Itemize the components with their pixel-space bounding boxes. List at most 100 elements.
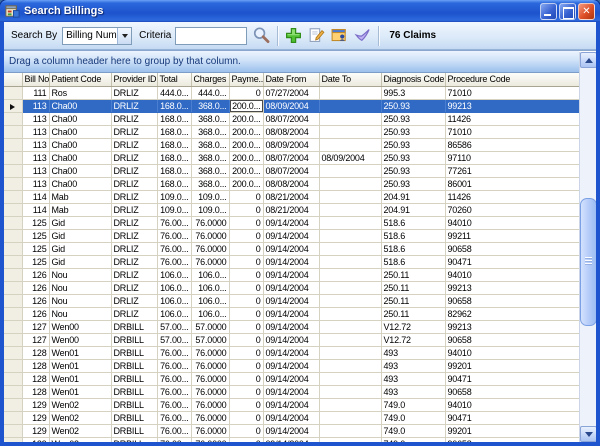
cell[interactable]: 90658 xyxy=(445,294,579,307)
cell[interactable]: 08/07/2004 xyxy=(263,112,319,125)
table-row[interactable]: 125GidDRLIZ76.00...76.0000009/14/2004518… xyxy=(4,229,579,242)
cell[interactable]: Wen02 xyxy=(49,411,111,424)
scrollbar-thumb[interactable] xyxy=(580,198,596,326)
cell[interactable]: DRLIZ xyxy=(111,255,157,268)
search-by-select[interactable]: Billing Number xyxy=(62,27,132,45)
cell[interactable] xyxy=(319,203,381,216)
cell[interactable]: DRBILL xyxy=(111,333,157,346)
row-indicator[interactable] xyxy=(4,359,22,372)
cell[interactable]: 128 xyxy=(22,372,49,385)
cell[interactable]: Nou xyxy=(49,294,111,307)
cell[interactable]: 200.0... xyxy=(229,177,263,190)
cell[interactable]: Nou xyxy=(49,281,111,294)
cell[interactable] xyxy=(319,177,381,190)
criteria-input[interactable] xyxy=(175,27,247,45)
table-row[interactable]: 113Cha00DRLIZ168.0...368.0...200.0...08/… xyxy=(4,112,579,125)
cell[interactable]: DRLIZ xyxy=(111,242,157,255)
cell[interactable]: 493 xyxy=(381,385,445,398)
table-row[interactable]: 126NouDRLIZ106.0...106.0...009/14/200425… xyxy=(4,307,579,320)
row-indicator[interactable] xyxy=(4,177,22,190)
cell[interactable]: 518.6 xyxy=(381,229,445,242)
cell[interactable]: 90471 xyxy=(445,372,579,385)
cell[interactable]: 76.00... xyxy=(157,255,191,268)
cell[interactable]: 90658 xyxy=(445,385,579,398)
cell[interactable]: 99213 xyxy=(445,320,579,333)
cell[interactable]: 125 xyxy=(22,216,49,229)
row-indicator[interactable] xyxy=(4,112,22,125)
cell[interactable]: 76.0000 xyxy=(191,398,229,411)
cell[interactable]: 76.00... xyxy=(157,424,191,437)
cell[interactable]: Nou xyxy=(49,307,111,320)
cell[interactable]: 76.00... xyxy=(157,372,191,385)
table-row[interactable]: 128Wen01DRBILL76.00...76.0000009/14/2004… xyxy=(4,359,579,372)
cell[interactable]: DRBILL xyxy=(111,424,157,437)
cell[interactable]: 76.0000 xyxy=(191,346,229,359)
cell[interactable]: 76.0000 xyxy=(191,411,229,424)
cell[interactable]: 129 xyxy=(22,437,49,442)
cell[interactable]: Wen00 xyxy=(49,320,111,333)
cell[interactable]: 11426 xyxy=(445,190,579,203)
cell[interactable]: 109.0... xyxy=(191,203,229,216)
cell[interactable]: 0 xyxy=(229,203,263,216)
row-indicator[interactable] xyxy=(4,151,22,164)
cell[interactable] xyxy=(319,385,381,398)
table-row[interactable]: 113Cha00DRLIZ168.0...368.0...200.0...08/… xyxy=(4,151,579,164)
cell[interactable]: 250.93 xyxy=(381,125,445,138)
cell[interactable]: 09/14/2004 xyxy=(263,281,319,294)
column-header-provider-id[interactable]: Provider ID xyxy=(111,73,157,86)
cell[interactable]: 113 xyxy=(22,177,49,190)
cell[interactable]: 08/07/2004 xyxy=(263,151,319,164)
cell[interactable]: 111 xyxy=(22,86,49,99)
table-row[interactable]: 128Wen01DRBILL76.00...76.0000009/14/2004… xyxy=(4,346,579,359)
column-header-payme[interactable]: Payme... xyxy=(229,73,263,86)
cell[interactable]: 82962 xyxy=(445,307,579,320)
column-header-diagnosis-code[interactable]: Diagnosis Code xyxy=(381,73,445,86)
cell[interactable]: 76.00... xyxy=(157,398,191,411)
cell[interactable]: 76.0000 xyxy=(191,229,229,242)
cell[interactable]: 09/14/2004 xyxy=(263,398,319,411)
cell[interactable]: 0 xyxy=(229,242,263,255)
cell[interactable] xyxy=(319,320,381,333)
cell[interactable]: 0 xyxy=(229,372,263,385)
row-indicator[interactable] xyxy=(4,320,22,333)
cell[interactable]: 94010 xyxy=(445,398,579,411)
cell[interactable]: 109.0... xyxy=(157,190,191,203)
table-row[interactable]: 125GidDRLIZ76.00...76.0000009/14/2004518… xyxy=(4,216,579,229)
cell[interactable]: 126 xyxy=(22,307,49,320)
cell[interactable]: 106.0... xyxy=(157,268,191,281)
cell[interactable]: 0 xyxy=(229,411,263,424)
cell[interactable]: DRLIZ xyxy=(111,112,157,125)
row-indicator[interactable] xyxy=(4,86,22,99)
search-icon[interactable] xyxy=(252,26,271,45)
cell[interactable]: 125 xyxy=(22,229,49,242)
cell[interactable]: 444.0... xyxy=(191,86,229,99)
table-row[interactable]: 126NouDRLIZ106.0...106.0...009/14/200425… xyxy=(4,294,579,307)
cell[interactable]: 168.0... xyxy=(157,164,191,177)
table-row[interactable]: 129Wen02DRBILL76.00...76.0000009/14/2004… xyxy=(4,411,579,424)
cell[interactable]: 57.00... xyxy=(157,333,191,346)
row-indicator[interactable] xyxy=(4,333,22,346)
table-row[interactable]: 129Wen02DRBILL76.00...76.0000009/14/2004… xyxy=(4,424,579,437)
cell[interactable]: 368.0... xyxy=(191,99,229,112)
cell[interactable]: 70260 xyxy=(445,203,579,216)
scroll-down-button[interactable] xyxy=(580,426,596,442)
cell[interactable]: 250.93 xyxy=(381,138,445,151)
row-indicator[interactable] xyxy=(4,294,22,307)
cell[interactable]: 08/21/2004 xyxy=(263,190,319,203)
cell[interactable]: 0 xyxy=(229,385,263,398)
cell[interactable]: DRLIZ xyxy=(111,216,157,229)
table-row[interactable]: 128Wen01DRBILL76.00...76.0000009/14/2004… xyxy=(4,385,579,398)
cell[interactable]: 0 xyxy=(229,437,263,442)
cell[interactable]: Wen01 xyxy=(49,372,111,385)
maximize-button[interactable] xyxy=(559,3,576,20)
cell[interactable]: Ros xyxy=(49,86,111,99)
cell[interactable] xyxy=(319,86,381,99)
table-row[interactable]: 111RosDRLIZ444.0...444.0...007/27/200499… xyxy=(4,86,579,99)
cell[interactable]: 09/14/2004 xyxy=(263,372,319,385)
cell[interactable]: 113 xyxy=(22,125,49,138)
cell[interactable]: 09/14/2004 xyxy=(263,216,319,229)
cell[interactable]: Mab xyxy=(49,190,111,203)
cell[interactable]: 86586 xyxy=(445,138,579,151)
table-row[interactable]: 125GidDRLIZ76.00...76.0000009/14/2004518… xyxy=(4,255,579,268)
cell[interactable]: 129 xyxy=(22,398,49,411)
